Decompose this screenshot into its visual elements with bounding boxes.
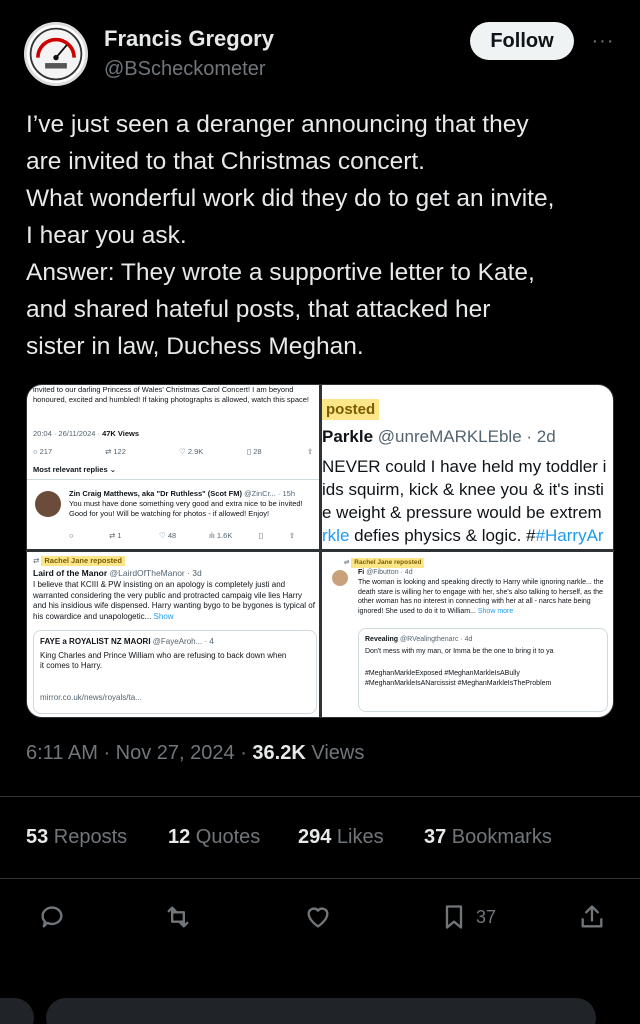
tweet-timestamp[interactable]: 6:11 AM · Nov 27, 2024 ·	[26, 742, 252, 764]
screenshot-quote-header: FAYE a ROYALIST NZ MAORI @FayeAroh... · …	[40, 637, 214, 646]
screenshot-repost-label: ⇄ Rachel Jane reposted	[33, 556, 125, 566]
gauge-meter-avatar-icon	[29, 27, 83, 81]
tweet-line: are invited to that Christmas concert.	[26, 148, 425, 175]
screenshot-post-header: Laird of the Manor @LairdOfTheManor · 3d	[33, 568, 202, 578]
screenshot-post-name: Laird of the Manor	[33, 568, 108, 578]
bookmark-count: 37	[476, 906, 497, 927]
tweet-line: sister in law, Duchess Meghan.	[26, 333, 364, 360]
screenshot-replies-label: Most relevant replies ⌄	[33, 465, 116, 474]
screenshot-reply-actions: ○ ⇄ 1 ♡ 48 ılı 1.6K ▯ ⇧	[69, 531, 296, 540]
media-image-1[interactable]: invited to our darling Princess of Wales…	[27, 385, 319, 549]
media-grid[interactable]: invited to our darling Princess of Wales…	[26, 384, 614, 718]
screenshot-quote-text: Don't mess with my man, or Imma be the o…	[365, 648, 554, 655]
screenshot-repost-label: ⇄ Rachel Jane reposted	[344, 558, 425, 568]
screenshot-post-header: Parkle @unreMARKLEble · 2d	[322, 427, 556, 447]
screenshot-heart-icon: ♡ 2.9K	[179, 447, 204, 456]
screenshot-reply-header: Zin Craig Matthews, aka "Dr Ruthless" (S…	[69, 489, 315, 499]
bookmarks-stat[interactable]: 37 Bookmarks	[424, 826, 552, 849]
screenshot-post-line: e weight & pressure would be extrem	[322, 503, 602, 522]
screenshot-post-line: NEVER could I have held my toddler i	[322, 457, 607, 476]
tweet-meta: 6:11 AM · Nov 27, 2024 · 36.2K Views	[26, 742, 364, 765]
screenshot-reply-avatar	[35, 491, 61, 517]
screenshot-repost-icon: ⇄ 122	[105, 447, 126, 456]
reposts-stat[interactable]: 53 Reposts	[26, 826, 127, 849]
screenshot-time: 20:04 · 26/11/2024 ·	[33, 429, 100, 438]
media-image-3[interactable]: ⇄ Rachel Jane reposted Laird of the Mano…	[27, 552, 319, 717]
bottom-avatar-placeholder	[0, 998, 34, 1024]
tweet-header: Francis Gregory @BScheckometer Follow ··…	[24, 20, 620, 90]
tweet-line: What wonderful work did they do to get a…	[26, 185, 555, 212]
screenshot-actions: ○ 217 ⇄ 122 ♡ 2.9K ▯ 28 ⇧	[33, 447, 315, 459]
divider	[0, 796, 640, 797]
bookmark-button[interactable]: 37	[440, 899, 496, 935]
screenshot-post-name: Parkle	[322, 427, 374, 446]
views-label: Views	[305, 742, 365, 764]
action-bar: 37	[0, 895, 640, 939]
tweet-line: I hear you ask.	[26, 222, 187, 249]
author-handle[interactable]: @BScheckometer	[104, 58, 265, 81]
screenshot-repost-badge: posted	[322, 399, 380, 420]
screenshot-post-body: NEVER could I have held my toddler i ids…	[322, 455, 606, 547]
tweet-text: I’ve just seen a deranger announcing tha…	[26, 106, 626, 365]
tweet-line: I’ve just seen a deranger announcing tha…	[26, 111, 529, 138]
quotes-stat[interactable]: 12 Quotes	[168, 826, 260, 849]
share-button[interactable]	[578, 899, 606, 935]
divider	[0, 878, 640, 879]
screenshot-post-name: Fi	[358, 569, 365, 576]
screenshot-post-handle: @Fibutton · 4d	[366, 569, 413, 576]
screenshot-reply-handle: @ZinCr... · 15h	[244, 489, 296, 498]
screenshot-post-header: Fi @Fibutton · 4d	[358, 568, 413, 578]
screenshot-post-text: The woman is looking and speaking direct…	[358, 579, 604, 615]
tweet-line: Answer: They wrote a supportive letter t…	[26, 259, 535, 286]
more-options-icon[interactable]: ···	[586, 26, 620, 56]
reply-icon	[41, 906, 63, 928]
follow-button[interactable]: Follow	[470, 22, 574, 60]
screenshot-post-text: I believe that KCIII & PW insisting on a…	[33, 580, 315, 621]
screenshot-views: 47K Views	[102, 429, 140, 438]
heart-icon	[307, 907, 329, 928]
screenshot-post-handle: @LairdOfTheManor · 3d	[109, 568, 202, 578]
screenshot-quote-hashtags: #MeghanMarkleExposed #MeghanMarkleIsABul…	[365, 670, 552, 687]
screenshot-post-line: rkle defies physics & logic. ##HarryAr	[322, 526, 604, 545]
screenshot-reply-name: Zin Craig Matthews, aka "Dr Ruthless" (S…	[69, 489, 242, 498]
media-image-4[interactable]: ⇄ Rachel Jane reposted Fi @Fibutton · 4d…	[322, 552, 613, 717]
screenshot-share-icon: ⇧	[307, 447, 314, 456]
screenshot-post-text: invited to our darling Princess of Wales…	[33, 385, 310, 404]
screenshot-post-handle: @unreMARKLEble · 2d	[377, 427, 556, 446]
screenshot-reply-text: You must have done something very good a…	[69, 499, 303, 518]
bookmark-icon	[445, 905, 463, 929]
views-count: 36.2K	[252, 742, 306, 764]
author-name[interactable]: Francis Gregory	[104, 26, 274, 52]
tweet-line: and shared hateful posts, that attacked …	[26, 296, 491, 323]
author-avatar[interactable]	[24, 22, 88, 86]
repost-icon	[167, 906, 189, 928]
screenshot-quote-card: Revealing @RVealingthenarc · 4d Don't me…	[358, 628, 608, 712]
screenshot-quote-link: mirror.co.uk/news/royals/ta...	[40, 693, 142, 702]
media-image-2[interactable]: posted Parkle @unreMARKLEble · 2d NEVER …	[322, 385, 613, 549]
screenshot-quote-text: King Charles and Prince William who are …	[40, 651, 287, 670]
screenshot-reply-icon: ○ 217	[33, 447, 53, 456]
repost-button[interactable]	[164, 899, 192, 935]
screenshot-timestamp: 20:04 · 26/11/2024 · 47K Views	[33, 429, 139, 439]
screenshot-post-avatar	[332, 570, 348, 586]
reply-composer-bar[interactable]	[46, 998, 596, 1024]
screenshot-quote-header: Revealing @RVealingthenarc · 4d	[365, 636, 473, 643]
share-icon	[581, 905, 603, 928]
like-button[interactable]	[304, 899, 332, 935]
screenshot-divider	[27, 479, 319, 480]
screenshot-bookmark-icon: ▯ 28	[247, 447, 262, 456]
screenshot-post-line: ids squirm, kick & knee you & it's insti	[322, 480, 604, 499]
likes-stat[interactable]: 294 Likes	[298, 826, 384, 849]
screenshot-quote-card: FAYE a ROYALIST NZ MAORI @FayeAroh... · …	[33, 630, 317, 714]
reply-button[interactable]	[38, 899, 66, 935]
